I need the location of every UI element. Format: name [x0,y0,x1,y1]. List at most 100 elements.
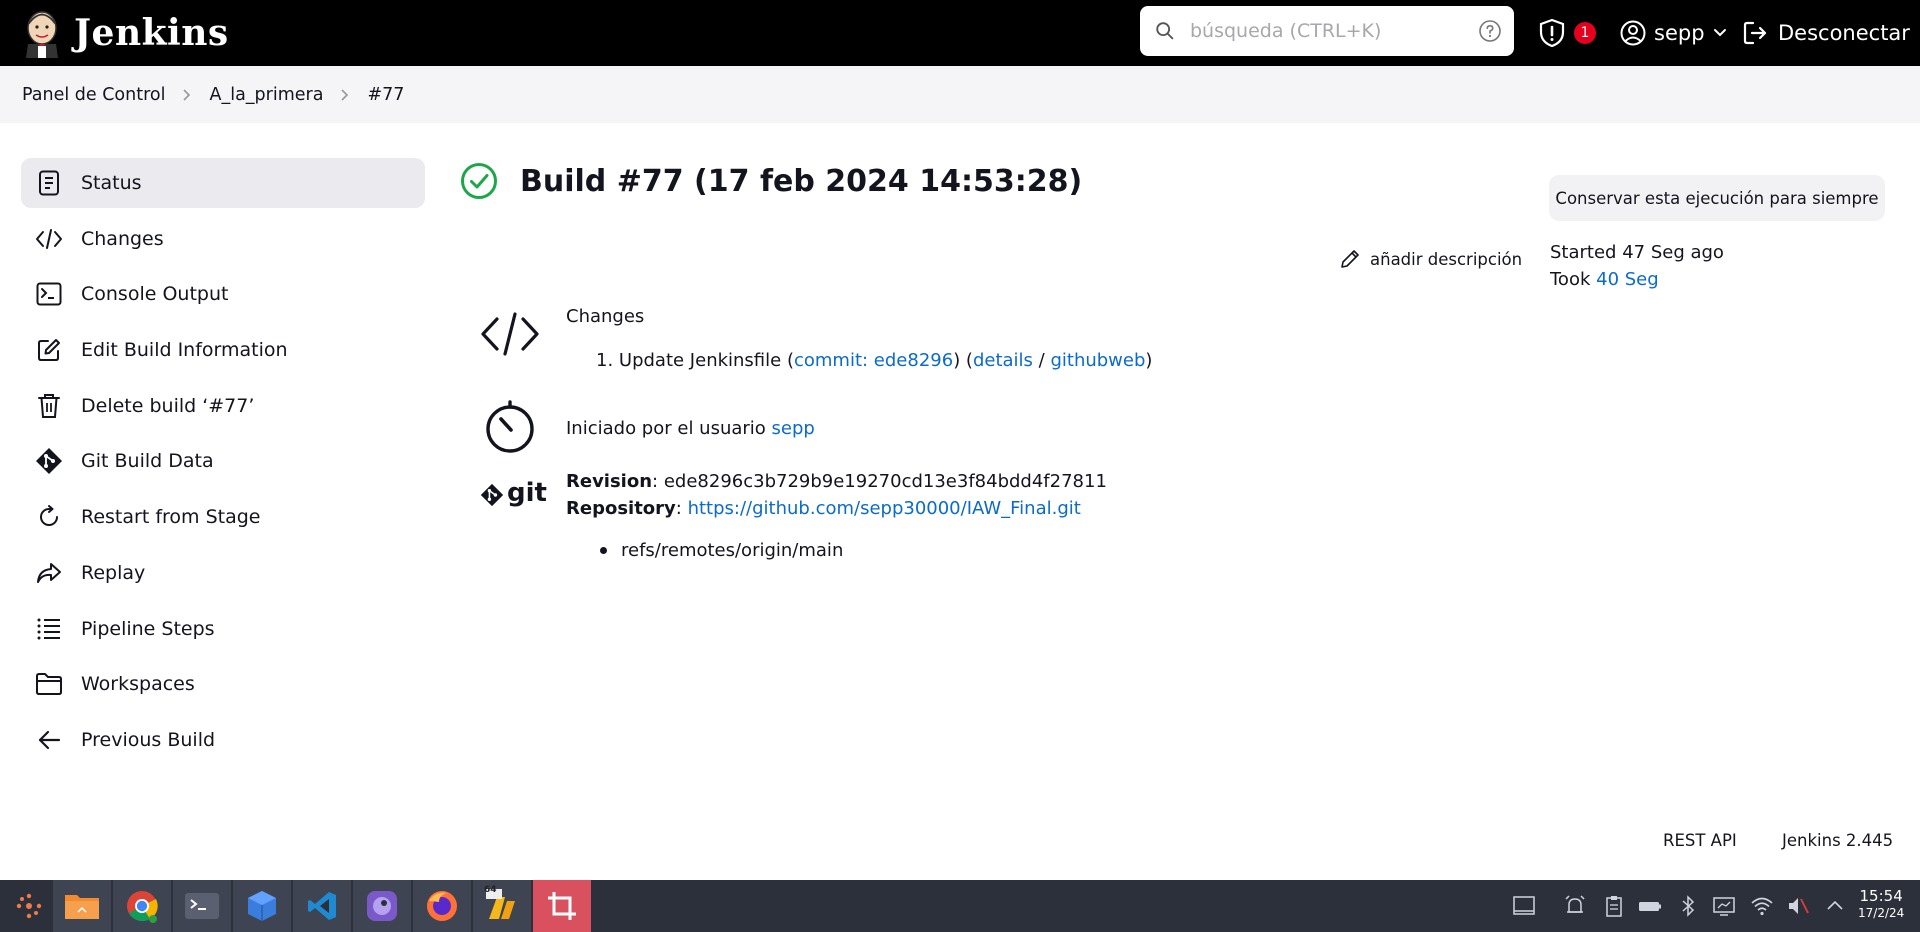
box-icon [248,891,276,921]
keep-forever-button[interactable]: Conservar esta ejecución para siempre [1549,175,1885,221]
alert-count-badge: 1 [1574,22,1596,44]
app-badge: 64 [484,885,497,895]
user-name: sepp [1654,21,1705,45]
repository-row: Repository: https://github.com/sepp30000… [566,498,1081,519]
repository-link[interactable]: https://github.com/sepp30000/IAW_Final.g… [688,498,1081,519]
breadcrumb-build[interactable]: #77 [367,85,404,105]
duration-link[interactable]: 40 Seg [1596,269,1659,290]
breadcrumb-job[interactable]: A_la_primera [209,85,323,105]
sidebar-item-label: Edit Build Information [81,339,288,362]
search-input[interactable] [1190,20,1460,42]
sidebar-item-label: Changes [81,227,164,250]
git-info: Revision: ede8296c3b729b9e19270cd13e3f84… [566,468,1107,522]
help-icon[interactable] [1478,19,1502,43]
git-logo: git [480,478,547,508]
add-description-link[interactable]: añadir descripción [1340,249,1522,269]
sidebar-item-label: Pipeline Steps [81,617,215,640]
add-description-label: añadir descripción [1370,249,1523,269]
build-meta: Started 47 Seg ago Took 40 Seg [1550,239,1724,293]
sidebar-item-label: Git Build Data [81,450,214,473]
taskbar-files[interactable] [53,880,111,932]
jenkins-home-link[interactable]: Jenkins [22,8,229,58]
taskbar-screenshot-tool[interactable] [533,880,591,932]
pencil-icon [1341,250,1359,268]
bluetooth-icon[interactable] [1676,894,1700,918]
sidebar-item-label: Replay [81,561,146,584]
wifi-icon[interactable] [1750,894,1774,918]
taskbar-firefox[interactable] [413,880,471,932]
sidebar-item-delete-build[interactable]: Delete build ‘#77’ [21,381,425,431]
details-link[interactable]: details [973,350,1033,371]
code-icon [35,225,63,253]
launcher-icon [16,893,42,919]
restart-icon [35,503,63,531]
jenkins-version-link[interactable]: Jenkins 2.445 [1782,831,1893,850]
app-launcher-button[interactable] [0,880,58,932]
search-box[interactable] [1140,6,1514,56]
search-icon [1156,22,1174,40]
logout-button[interactable]: Desconectar [1742,0,1910,66]
git-icon [35,447,63,475]
volume-muted-icon[interactable] [1786,894,1810,918]
cause-user-link[interactable]: sepp [772,418,815,439]
folder-icon [35,670,63,698]
changes-heading: Changes [566,306,645,327]
taskbar-chrome[interactable] [113,880,171,932]
clock[interactable]: 15:54 17/2/24 [1858,888,1904,922]
taskbar-terminal[interactable] [173,880,231,932]
sidebar-item-changes[interactable]: Changes [21,214,425,264]
chevron-up-icon[interactable] [1823,894,1847,918]
timer-icon [486,400,534,453]
firefox-icon [427,891,457,921]
crop-icon [548,892,576,920]
taskbar-virtualbox[interactable] [233,880,291,932]
sidebar-item-restart-from-stage[interactable]: Restart from Stage [21,492,425,542]
user-menu[interactable]: sepp [1620,0,1727,66]
taskbar-app-purple[interactable] [353,880,411,932]
notifications-icon[interactable] [1563,894,1587,918]
arrow-left-icon [35,726,63,754]
clipboard-icon[interactable] [1602,894,1626,918]
terminal-icon [35,280,63,308]
edit-icon [35,336,63,364]
sidebar-item-replay[interactable]: Replay [21,548,425,598]
sidebar-item-console-output[interactable]: Console Output [21,269,425,319]
change-separator: ) ( [953,350,973,371]
breadcrumb-dashboard[interactable]: Panel de Control [22,85,165,105]
sidebar-item-git-build-data[interactable]: Git Build Data [21,436,425,486]
change-slash: / [1032,350,1051,371]
taskbar-app-64[interactable]: 64 [473,880,531,932]
taskbar-vscode[interactable] [293,880,351,932]
show-desktop-icon[interactable] [1512,894,1536,918]
rest-api-link[interactable]: REST API [1663,831,1737,850]
vscode-icon [308,892,336,920]
terminal-icon [185,893,219,919]
sidebar-item-workspaces[interactable]: Workspaces [21,659,425,709]
steps-icon [35,615,63,643]
battery-icon[interactable] [1638,894,1662,918]
chrome-icon [127,891,158,923]
sidebar-item-label: Delete build ‘#77’ [81,394,255,417]
took-label: Took [1550,269,1591,290]
chevron-right-icon [165,88,209,102]
chevron-right-icon [323,88,367,102]
commit-link[interactable]: commit: ede8296 [794,350,953,371]
sidebar-item-label: Previous Build [81,728,216,751]
sidebar-item-previous-build[interactable]: Previous Build [21,715,425,765]
revision-label: Revision [566,471,653,492]
sidebar-item-pipeline-steps[interactable]: Pipeline Steps [21,604,425,654]
security-alerts-button[interactable]: 1 [1538,0,1596,66]
githubweb-link[interactable]: githubweb [1050,350,1145,371]
sidebar-item-label: Console Output [81,283,229,306]
sidebar-item-status[interactable]: Status [21,158,425,208]
document-icon [35,169,63,197]
display-icon[interactable] [1712,894,1736,918]
jenkins-logo-icon [26,11,58,58]
git-logo-text: git [507,478,547,508]
user-icon [1620,20,1646,46]
trash-icon [35,392,63,420]
sidebar-item-edit-build-information[interactable]: Edit Build Information [21,325,425,375]
git-ref: refs/remotes/origin/main [621,540,844,561]
revision-row: Revision: ede8296c3b729b9e19270cd13e3f84… [566,471,1107,492]
top-header: Jenkins 1 sepp [0,0,1920,66]
